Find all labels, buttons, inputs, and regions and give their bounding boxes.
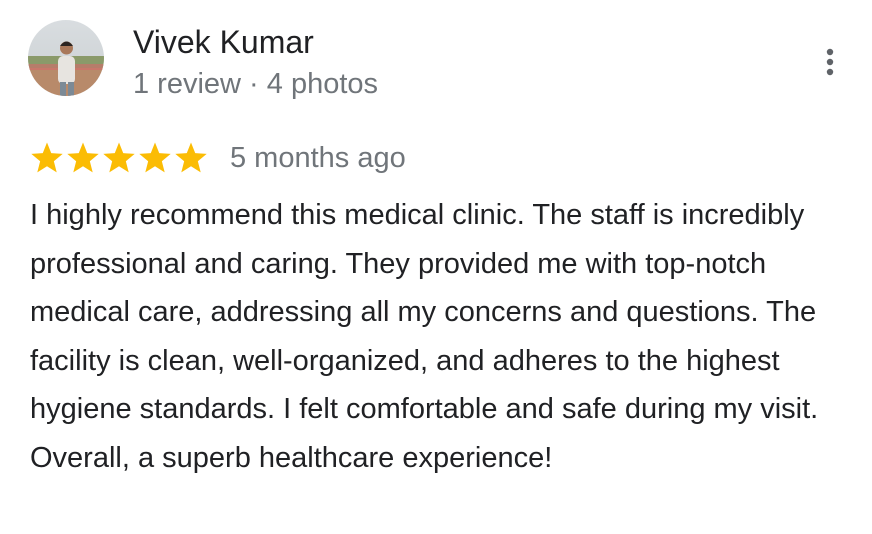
more-vert-icon (826, 48, 834, 76)
reviewer-stats: 1 review · 4 photos (133, 68, 379, 100)
review-text: I highly recommend this medical clinic. … (30, 199, 819, 474)
star-filled-icon (67, 142, 99, 173)
star-filled-icon (139, 142, 171, 173)
star-rating (30, 141, 208, 175)
star-filled-icon (31, 142, 63, 173)
more-options-button[interactable] (812, 40, 848, 84)
star-filled-icon (103, 142, 135, 173)
reviewer-name[interactable]: Vivek Kumar (133, 22, 314, 62)
avatar[interactable] (28, 20, 104, 96)
star-filled-icon (175, 142, 207, 173)
avatar-photo (28, 20, 104, 96)
rating-row: 5 months ago (30, 138, 406, 178)
review-date: 5 months ago (230, 142, 406, 174)
